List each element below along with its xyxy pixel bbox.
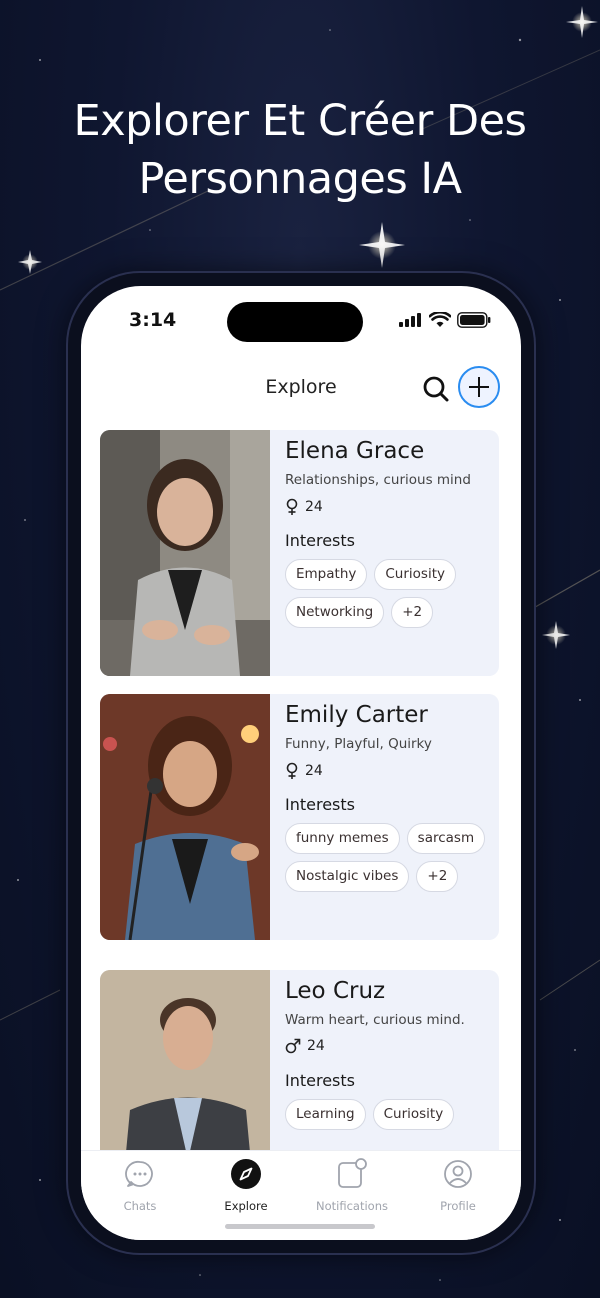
character-age: 24 bbox=[305, 763, 323, 779]
interest-chip[interactable]: Curiosity bbox=[372, 1099, 455, 1130]
character-card[interactable]: Elena Grace Relationships, curious mind … bbox=[100, 430, 499, 676]
app-header: Explore bbox=[81, 364, 521, 412]
profile-icon bbox=[444, 1160, 472, 1188]
character-name: Emily Carter bbox=[285, 702, 428, 728]
character-tagline: Relationships, curious mind bbox=[285, 472, 471, 488]
character-photo bbox=[100, 970, 270, 1150]
tab-label: Profile bbox=[440, 1199, 476, 1213]
character-photo bbox=[100, 694, 270, 940]
more-interests-chip[interactable]: +2 bbox=[416, 861, 459, 892]
chat-icon bbox=[125, 1160, 153, 1187]
character-tagline: Funny, Playful, Quirky bbox=[285, 736, 432, 752]
interests-label: Interests bbox=[285, 1071, 355, 1090]
dynamic-island bbox=[227, 302, 363, 342]
character-name: Elena Grace bbox=[285, 438, 425, 464]
add-character-button[interactable] bbox=[458, 366, 500, 408]
tab-chats[interactable]: Chats bbox=[95, 1157, 185, 1213]
interest-chips: funny memes sarcasm Nostalgic vibes +2 bbox=[285, 823, 499, 892]
headline-line-1: Explorer Et Créer Des bbox=[73, 96, 527, 146]
interests-label: Interests bbox=[285, 531, 355, 550]
tab-notifications[interactable]: Notifications bbox=[307, 1157, 397, 1213]
status-icons bbox=[399, 312, 491, 328]
female-icon bbox=[286, 498, 298, 515]
interest-chip[interactable]: Curiosity bbox=[374, 559, 456, 590]
character-age: 24 bbox=[305, 499, 323, 515]
character-photo bbox=[100, 430, 270, 676]
age-row: 24 bbox=[285, 1038, 325, 1054]
page-title: Explore bbox=[265, 376, 337, 398]
interests-label: Interests bbox=[285, 795, 355, 814]
character-list: Elena Grace Relationships, curious mind … bbox=[100, 430, 500, 1150]
status-bar: 3:14 bbox=[81, 286, 521, 356]
tab-explore[interactable]: Explore bbox=[201, 1157, 291, 1213]
tab-label: Notifications bbox=[316, 1199, 388, 1213]
character-name: Leo Cruz bbox=[285, 978, 386, 1004]
tab-label: Explore bbox=[224, 1199, 268, 1213]
more-interests-chip[interactable]: +2 bbox=[391, 597, 434, 628]
character-age: 24 bbox=[307, 1038, 325, 1054]
character-card[interactable]: Leo Cruz Warm heart, curious mind. 24 In… bbox=[100, 970, 499, 1150]
headline-line-2: Personnages IA bbox=[138, 154, 462, 204]
star-sparkle bbox=[359, 222, 405, 268]
status-time: 3:14 bbox=[129, 309, 177, 331]
search-icon bbox=[423, 376, 449, 402]
app-screen: 3:14 Explore Elena Grace Relationships, … bbox=[81, 286, 521, 1240]
bell-icon bbox=[338, 1158, 367, 1188]
signal-icon bbox=[399, 313, 421, 327]
age-row: 24 bbox=[285, 498, 323, 516]
interest-chip[interactable]: funny memes bbox=[285, 823, 400, 854]
search-button[interactable] bbox=[421, 374, 451, 404]
compass-icon bbox=[231, 1159, 261, 1189]
age-row: 24 bbox=[285, 762, 323, 780]
interest-chip[interactable]: Empathy bbox=[285, 559, 368, 590]
battery-icon bbox=[457, 312, 491, 328]
interest-chips: Empathy Curiosity Networking +2 bbox=[285, 559, 495, 628]
interest-chip[interactable]: Networking bbox=[285, 597, 385, 628]
interest-chip[interactable]: Nostalgic vibes bbox=[285, 861, 410, 892]
headline: Explorer Et Créer Des Personnages IA bbox=[0, 92, 600, 208]
home-indicator bbox=[225, 1224, 375, 1229]
female-icon bbox=[286, 762, 298, 779]
tab-label: Chats bbox=[123, 1199, 157, 1213]
male-icon bbox=[285, 1038, 301, 1054]
interest-chip[interactable]: sarcasm bbox=[406, 823, 486, 854]
interest-chips: Learning Curiosity bbox=[285, 1099, 495, 1130]
plus-icon bbox=[469, 377, 489, 397]
character-tagline: Warm heart, curious mind. bbox=[285, 1012, 465, 1028]
wifi-icon bbox=[429, 312, 451, 327]
phone-frame: 3:14 Explore Elena Grace Relationships, … bbox=[68, 273, 534, 1253]
interest-chip[interactable]: Learning bbox=[285, 1099, 366, 1130]
character-card[interactable]: Emily Carter Funny, Playful, Quirky 24 I… bbox=[100, 694, 499, 940]
tab-profile[interactable]: Profile bbox=[413, 1157, 503, 1213]
